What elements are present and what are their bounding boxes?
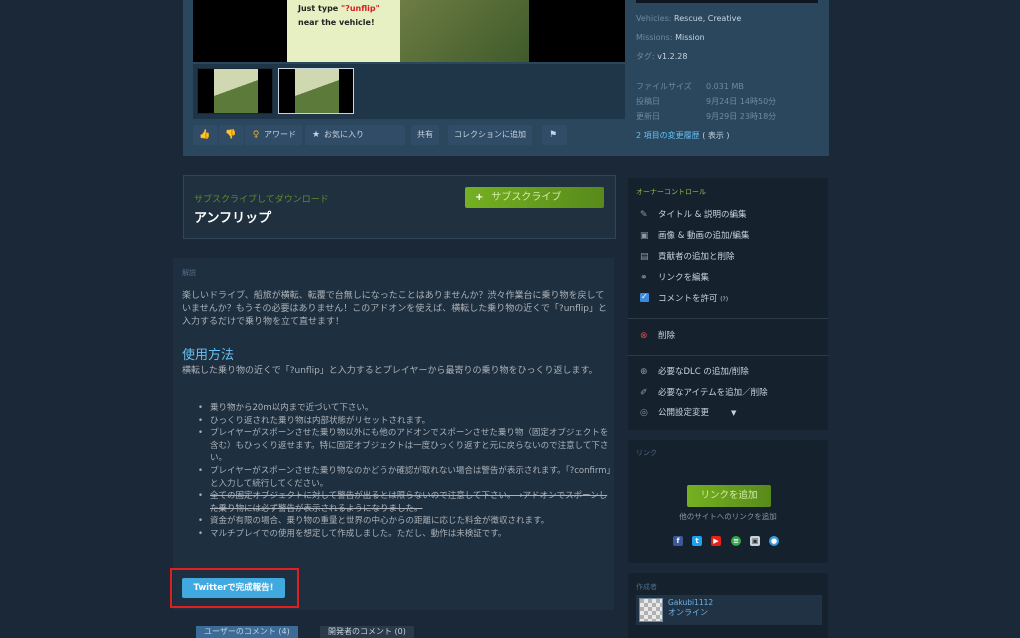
favorite-button[interactable]: ★ お気に入り: [305, 125, 405, 145]
list-item: 乗り物から20m以内まで近づいて下さい。: [198, 402, 612, 415]
links-title: リンク: [636, 449, 657, 457]
list-item: プレイヤーがスポーンさせた乗り物なのかどうか確認が取れない場合は警告が表示されま…: [198, 465, 612, 490]
link-icon: ⚭: [640, 273, 648, 283]
notes-list: 乗り物から20m以内まで近づいて下さい。 ひっくり返された乗り物は内部状態がリセ…: [198, 402, 612, 541]
required-dlc-link[interactable]: ⊕ 必要なDLC の追加/削除: [640, 366, 749, 379]
star-icon: ★: [311, 130, 321, 140]
thumbnail-1[interactable]: [197, 68, 273, 114]
list-item: マルチプレイでの使用を想定して作成しました。ただし、動作は未検証です。: [198, 528, 612, 541]
author-status: オンライン: [668, 608, 708, 617]
change-notes-show-link[interactable]: ( 表示 ): [702, 131, 729, 140]
delete-link[interactable]: ⊗ 削除: [640, 330, 675, 343]
subscribe-button[interactable]: + サブスクライブ: [465, 187, 604, 208]
share-button[interactable]: 共有: [411, 125, 439, 145]
usage-heading: 使用方法: [182, 348, 235, 363]
globe-icon: ◎: [640, 408, 648, 418]
list-item: ひっくり返された乗り物は内部状態がリセットされます。: [198, 415, 612, 428]
image-link-icon[interactable]: ▣: [750, 536, 760, 546]
visibility-dropdown[interactable]: ◎ 公開設定変更 ▼: [640, 407, 736, 420]
description-label: 解説: [182, 269, 196, 277]
plus-icon: +: [475, 192, 484, 203]
items-icon: ✐: [640, 388, 648, 398]
list-item: 資金が有限の場合、乗り物の重量と世界の中心からの距離に応じた料金が徴収されます。: [198, 515, 612, 528]
required-items-link[interactable]: ✐ 必要なアイテムを追加／削除: [640, 387, 768, 400]
flag-button[interactable]: ⚑: [542, 125, 567, 145]
subscribe-label: サブスクライブしてダウンロード: [194, 195, 329, 205]
thumbs-down-icon: 👎: [225, 130, 237, 140]
screenshot-scene: [400, 0, 529, 62]
change-notes-link[interactable]: 2 項目の変更履歴: [636, 131, 700, 140]
tab-user-comments[interactable]: ユーザーのコメント (4): [196, 626, 298, 638]
screenshot-caption: Just type "?unflip" near the vehicle!: [298, 4, 380, 27]
image-icon: ▣: [640, 231, 649, 241]
owner-divider: [628, 355, 828, 356]
edit-links-link[interactable]: ⚭ リンクを編集: [640, 272, 709, 285]
facebook-icon[interactable]: f: [673, 536, 683, 546]
author-card[interactable]: [636, 595, 822, 625]
owner-controls-title: オーナーコントロール: [636, 188, 706, 196]
updated-row: 更新日 9月29日 23時18分: [636, 112, 777, 121]
item-title: アンフリップ: [194, 211, 272, 226]
tags-row: タグ: v1.2.28: [636, 52, 688, 61]
contributors-link[interactable]: ▤ 貢献者の追加と削除: [640, 251, 735, 264]
change-notes-row: 2 項目の変更履歴 ( 表示 ): [636, 130, 730, 142]
list-item: 全ての固定オブジェクトに対して警告が出るとは限らないので注意して下さい。→アドオ…: [198, 490, 612, 515]
usage-text: 横転した乗り物の近くで「?unflip」と入力するとプレイヤーから最寄りの乗り物…: [182, 366, 598, 376]
flag-icon: ⚑: [548, 130, 558, 140]
allow-comments-checkbox[interactable]: [640, 290, 649, 303]
vehicles-tags[interactable]: Rescue, Creative: [674, 14, 741, 23]
rate-up-button[interactable]: 👍: [193, 125, 218, 145]
add-link-subtext: 他のサイトへのリンクを追加: [679, 512, 777, 521]
twitter-report-button[interactable]: Twitterで完成報告!: [182, 578, 285, 598]
award-icon: ♀: [252, 130, 260, 140]
author-name[interactable]: Gakubi1112: [668, 598, 713, 607]
spotify-icon[interactable]: ≡: [731, 536, 741, 546]
pencil-icon: ✎: [640, 210, 648, 220]
contributors-icon: ▤: [640, 252, 649, 262]
add-to-collection-button[interactable]: コレクションに追加: [448, 125, 532, 145]
delete-icon: ⊗: [640, 331, 648, 341]
filesize-row: ファイルサイズ 0.031 MB: [636, 82, 744, 91]
dlc-icon: ⊕: [640, 367, 648, 377]
missions-tag[interactable]: Mission: [675, 33, 705, 42]
tab-developer-comments[interactable]: 開発者のコメント (0): [320, 626, 414, 638]
add-link-button[interactable]: リンクを追加: [687, 485, 771, 507]
avatar[interactable]: [639, 598, 663, 622]
rate-down-button[interactable]: 👎: [219, 125, 244, 145]
chevron-down-icon: ▼: [731, 409, 737, 417]
youtube-icon[interactable]: ▶: [711, 536, 721, 546]
vehicles-row: Vehicles: Rescue, Creative: [636, 14, 742, 23]
author-title: 作成者: [636, 583, 657, 591]
allow-comments-toggle[interactable]: コメントを許可 (?): [640, 290, 728, 306]
list-item: プレイヤーがスポーンさせた乗り物以外にも他のアドオンでスポーンさせた乗り物（固定…: [198, 427, 612, 465]
edit-title-link[interactable]: ✎ タイトル & 説明の編集: [640, 209, 747, 222]
posted-row: 投稿日 9月24日 14時50分: [636, 97, 777, 106]
description-text: 楽しいドライブ、船旅が横転、転覆で台無しになったことはありませんか？渋々作業台に…: [182, 291, 607, 327]
thumbs-up-icon: 👍: [199, 130, 211, 140]
thumbnail-2[interactable]: [278, 68, 354, 114]
help-icon[interactable]: (?): [720, 296, 728, 303]
missions-row: Missions: Mission: [636, 33, 705, 42]
web-icon[interactable]: ●: [769, 536, 779, 546]
award-button[interactable]: ♀ アワード: [245, 125, 302, 145]
owner-divider: [628, 318, 828, 319]
details-top-bar: [636, 0, 818, 3]
version-tag[interactable]: v1.2.28: [657, 52, 687, 61]
twitter-icon[interactable]: t: [692, 536, 702, 546]
edit-media-link[interactable]: ▣ 画像 & 動画の追加/編集: [640, 230, 749, 243]
